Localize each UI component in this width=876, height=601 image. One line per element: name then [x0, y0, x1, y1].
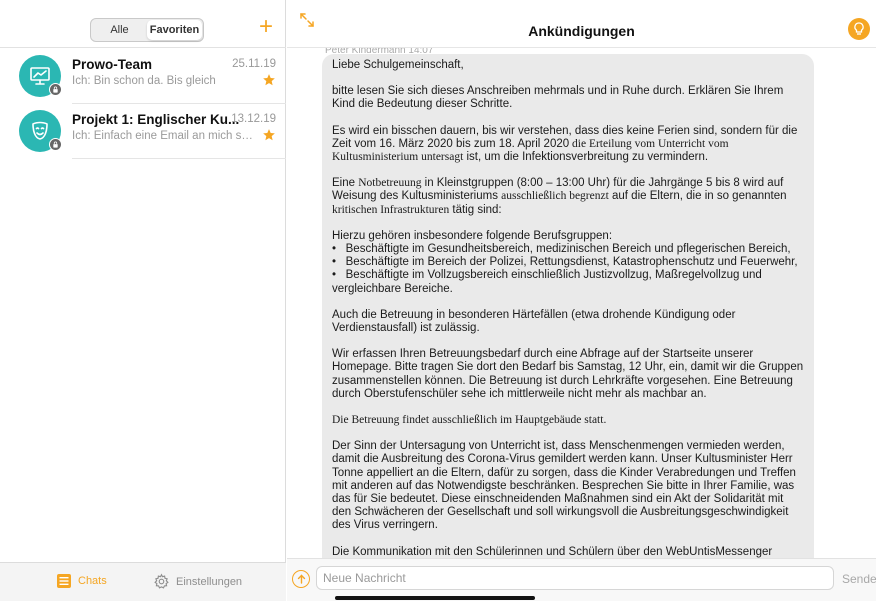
tab-chats[interactable]: Chats	[56, 573, 107, 589]
star-icon[interactable]	[262, 128, 276, 142]
divider	[72, 103, 286, 104]
chat-list-item-projekt-1[interactable]: Projekt 1: Englischer Ku... 13.12.19 Ich…	[0, 106, 286, 160]
tab-settings[interactable]: Einstellungen	[153, 573, 242, 590]
chat-date: 13.12.19	[231, 113, 276, 125]
chat-title: Prowo-Team	[72, 57, 153, 72]
message-paragraph: Der Sinn der Untersagung von Unterricht …	[332, 440, 796, 532]
star-icon[interactable]	[262, 73, 276, 87]
tab-settings-label: Einstellungen	[176, 575, 243, 588]
arrow-up-icon[interactable]	[292, 570, 310, 588]
chat-list-icon	[57, 574, 71, 588]
home-indicator	[335, 596, 535, 600]
tab-bar: Chats Einstellungen	[0, 562, 286, 601]
presentation-icon	[30, 67, 50, 85]
chat-list-panel: Alle Favoriten + Prowo-Team 25.11.19 Ich…	[0, 0, 286, 601]
message-bubble: Liebe Schulgemeinschaft, bitte lesen Sie…	[322, 54, 814, 558]
chat-preview: Ich: Einfach eine Email an mich sen...	[72, 130, 258, 142]
message-paragraph: Die Betreuung findet ausschließlich im H…	[332, 414, 607, 427]
message-paragraph: Die Kommunikation mit den Schülerinnen u…	[332, 545, 773, 558]
segment-all[interactable]: Alle	[92, 20, 147, 40]
message-paragraph: Auch die Betreuung in besonderen Härtefä…	[332, 308, 736, 335]
lightbulb-icon[interactable]	[848, 18, 870, 40]
conversation-header: Ankündigungen	[287, 0, 876, 48]
chat-list-header: Alle Favoriten +	[0, 0, 286, 48]
plus-icon[interactable]: +	[256, 15, 276, 39]
divider	[72, 158, 286, 159]
chat-title: Projekt 1: Englischer Ku...	[72, 112, 240, 127]
message-paragraph: Eine Notbetreuung in Kleinstgruppen (8:0…	[332, 177, 787, 216]
send-button[interactable]: Senden	[842, 572, 876, 586]
message-paragraph: Es wird ein bisschen dauern, bis wir ver…	[332, 124, 798, 164]
filter-segmented-control: Alle Favoriten	[90, 18, 204, 42]
message-area[interactable]: Peter Kindermann 14:07 Liebe Schulgemein…	[287, 48, 876, 558]
message-paragraph: bitte lesen Sie sich dieses Anschreiben …	[332, 85, 784, 111]
message-input[interactable]	[316, 566, 834, 590]
conversation-title: Ankündigungen	[528, 23, 635, 39]
chat-list-item-prowo-team[interactable]: Prowo-Team 25.11.19 Ich: Bin schon da. B…	[0, 51, 286, 105]
message-greeting: Liebe Schulgemeinschaft,	[332, 59, 464, 71]
message-input-bar: Senden	[287, 558, 876, 601]
chat-preview: Ich: Bin schon da. Bis gleich	[72, 75, 216, 87]
theater-mask-icon	[32, 121, 48, 140]
gear-icon	[154, 573, 169, 589]
lock-icon	[49, 138, 62, 151]
message-list: Hierzu gehören insbesondere folgende Ber…	[332, 229, 798, 295]
chat-date: 25.11.19	[232, 58, 276, 70]
segment-favorites[interactable]: Favoriten	[147, 20, 202, 40]
lock-icon	[49, 83, 62, 96]
tab-chats-label: Chats	[78, 575, 107, 587]
message-paragraph: Wir erfassen Ihren Betreuungsbedarf durc…	[332, 348, 804, 400]
